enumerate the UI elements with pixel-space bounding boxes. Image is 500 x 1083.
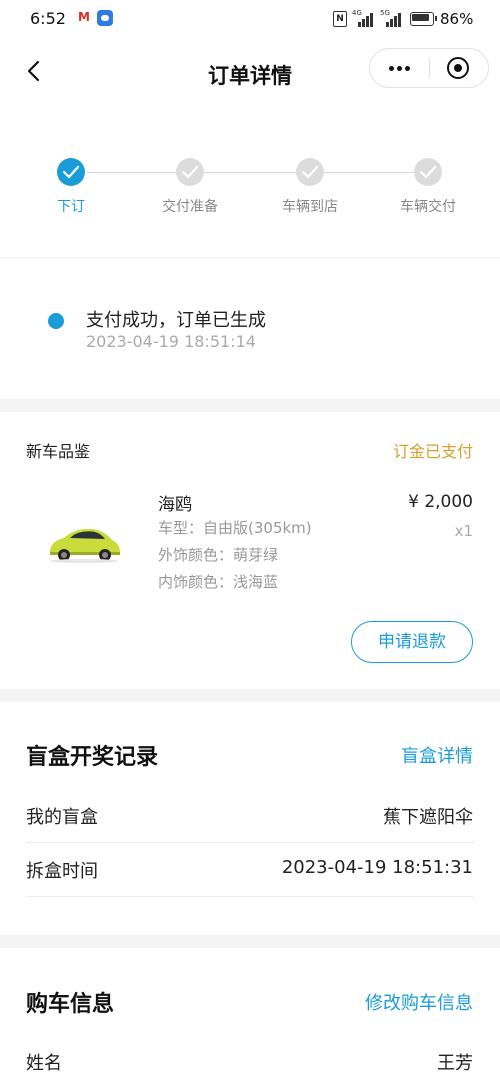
- name-value: 王芳: [437, 1053, 473, 1074]
- request-refund-button[interactable]: 申请退款: [351, 621, 473, 663]
- section-gap: [0, 399, 500, 412]
- unbox-time-value: 2023-04-19 18:51:31: [281, 857, 473, 878]
- exterior-color: 外饰颜色：萌芽绿: [158, 546, 279, 564]
- name-label: 姓名: [26, 1053, 62, 1074]
- order-payment-badge: 订金已支付: [392, 442, 473, 461]
- mini-program-capsule: [369, 48, 489, 88]
- signal-icon: 4G: [352, 9, 374, 27]
- status-time: 6:52: [30, 9, 66, 28]
- my-blind-box-value: 蕉下遮阳伞: [383, 807, 473, 828]
- my-blind-box-label: 我的盲盒: [26, 807, 98, 828]
- blind-box-details-link[interactable]: 盲盒详情: [401, 742, 473, 768]
- mail-icon: M: [78, 10, 90, 24]
- car-thumbnail: [50, 528, 120, 563]
- product-name: 海鸥: [158, 495, 192, 515]
- order-progress-steps: 下订 交付准备 车辆到店 车辆交付: [0, 112, 500, 258]
- check-icon: [414, 158, 442, 186]
- step-ordered: 下订: [21, 112, 121, 232]
- divider: [0, 257, 500, 258]
- step-delivery-prep: 交付准备: [140, 112, 240, 232]
- divider: [26, 842, 474, 843]
- nav-bar: 订单详情: [0, 38, 500, 112]
- product-quantity: x1: [454, 522, 473, 540]
- order-card-title: 新车品鉴: [26, 442, 91, 461]
- battery-icon: [410, 12, 437, 26]
- step-connector: [86, 172, 420, 173]
- status-bar: 6:52 M N 4G 5G 86%: [0, 0, 500, 38]
- divider: [26, 896, 474, 897]
- purchase-info-title: 购车信息: [26, 992, 115, 1017]
- signal-icon: 5G: [380, 9, 402, 27]
- section-gap: [0, 935, 500, 948]
- payment-status: 支付成功，订单已生成: [86, 310, 266, 331]
- step-label: 下订: [57, 199, 85, 215]
- car-model: 车型：自由版(305km): [158, 519, 312, 537]
- battery-percent: 86%: [440, 10, 474, 28]
- status-dot-icon: [48, 313, 64, 329]
- step-label: 车辆交付: [400, 199, 456, 215]
- interior-color: 内饰颜色：浅海蓝: [158, 573, 279, 591]
- more-options-icon[interactable]: [370, 49, 429, 87]
- nfc-icon: N: [333, 11, 347, 27]
- step-vehicle-delivery: 车辆交付: [378, 112, 478, 232]
- step-vehicle-arrival: 车辆到店: [260, 112, 360, 232]
- check-icon: [57, 158, 85, 186]
- payment-time: 2023-04-19 18:51:14: [86, 332, 256, 351]
- network-type-label: 5G: [380, 9, 390, 17]
- step-label: 交付准备: [162, 199, 218, 215]
- close-mini-program-icon[interactable]: [447, 57, 469, 79]
- edit-purchase-info-link[interactable]: 修改购车信息: [365, 989, 473, 1015]
- product-price: ¥ 2,000: [408, 492, 473, 512]
- section-gap: [0, 689, 500, 702]
- unbox-time-label: 拆盒时间: [26, 861, 98, 882]
- check-icon: [296, 158, 324, 186]
- app-notification-icon: [97, 10, 113, 26]
- check-icon: [176, 158, 204, 186]
- step-label: 车辆到店: [282, 199, 338, 215]
- blind-box-title: 盲盒开奖记录: [26, 745, 159, 770]
- network-type-label: 4G: [352, 9, 362, 17]
